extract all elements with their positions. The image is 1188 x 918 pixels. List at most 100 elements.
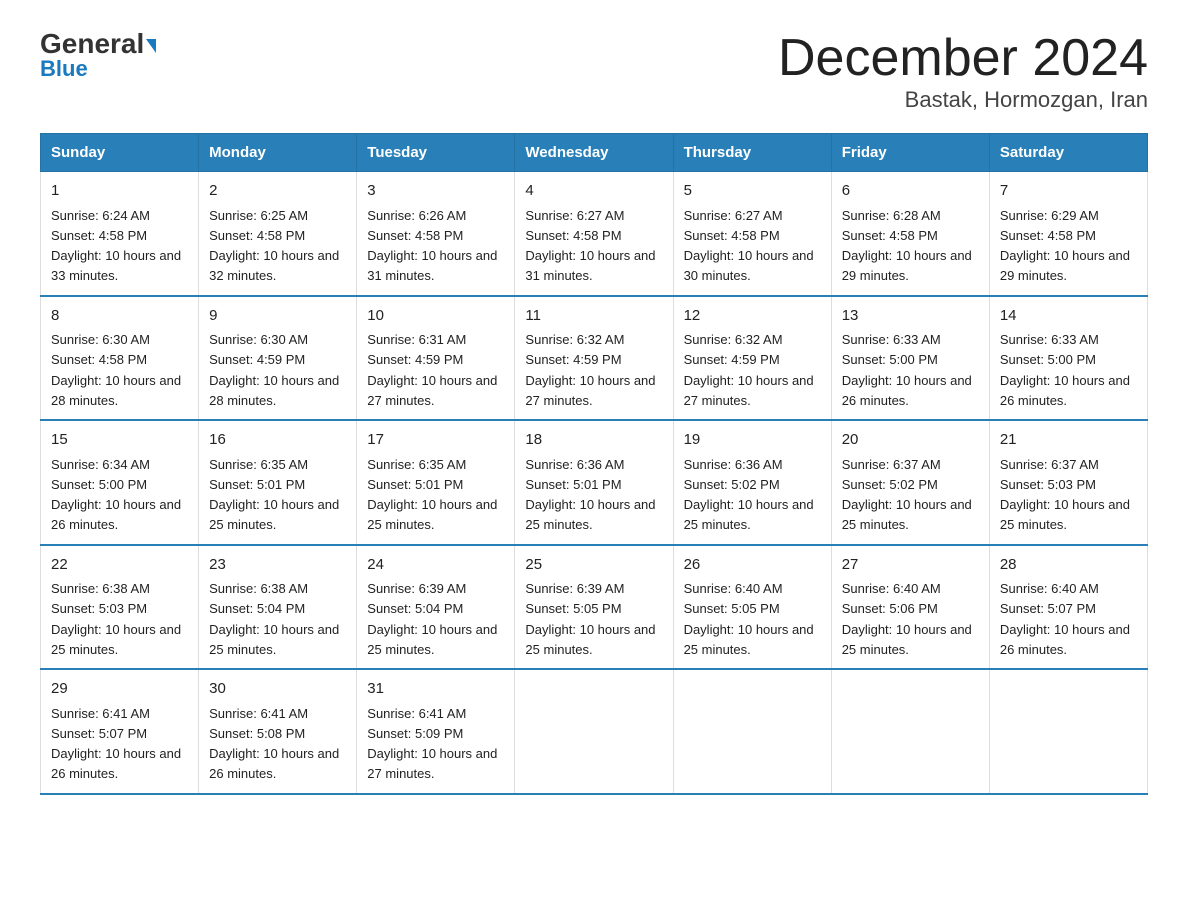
day-info: Sunrise: 6:26 AMSunset: 4:58 PMDaylight:… bbox=[367, 208, 497, 284]
calendar-cell: 21 Sunrise: 6:37 AMSunset: 5:03 PMDayligh… bbox=[989, 420, 1147, 545]
day-number: 31 bbox=[367, 678, 504, 701]
day-info: Sunrise: 6:32 AMSunset: 4:59 PMDaylight:… bbox=[684, 332, 814, 408]
calendar-cell: 17Sunrise: 6:35 AMSunset: 5:01 PMDayligh… bbox=[357, 420, 515, 545]
week-row-4: 22Sunrise: 6:38 AMSunset: 5:03 PMDayligh… bbox=[41, 545, 1148, 670]
calendar-header: Sunday Monday Tuesday Wednesday Thursday… bbox=[41, 134, 1148, 172]
day-number: 16 bbox=[209, 429, 346, 452]
day-info: Sunrise: 6:27 AMSunset: 4:58 PMDaylight:… bbox=[525, 208, 655, 284]
day-number: 9 bbox=[209, 305, 346, 328]
day-info: Sunrise: 6:39 AMSunset: 5:05 PMDaylight:… bbox=[525, 581, 655, 657]
calendar-cell: 23 Sunrise: 6:38 AMSunset: 5:04 PMDayligh… bbox=[199, 545, 357, 670]
col-friday: Friday bbox=[831, 134, 989, 172]
day-info: Sunrise: 6:28 AMSunset: 4:58 PMDaylight:… bbox=[842, 208, 972, 284]
calendar-cell: 11 Sunrise: 6:32 AMSunset: 4:59 PMDayligh… bbox=[515, 296, 673, 421]
calendar-subtitle: Bastak, Hormozgan, Iran bbox=[778, 87, 1148, 113]
day-info: Sunrise: 6:25 AMSunset: 4:58 PMDaylight:… bbox=[209, 208, 339, 284]
calendar-title: December 2024 bbox=[778, 30, 1148, 87]
day-number: 1 bbox=[51, 180, 188, 203]
calendar-cell bbox=[673, 669, 831, 794]
day-number: 27 bbox=[842, 554, 979, 577]
calendar-cell: 29Sunrise: 6:41 AMSunset: 5:07 PMDayligh… bbox=[41, 669, 199, 794]
day-info: Sunrise: 6:30 AMSunset: 4:58 PMDaylight:… bbox=[51, 332, 181, 408]
day-number: 10 bbox=[367, 305, 504, 328]
calendar-cell: 30 Sunrise: 6:41 AMSunset: 5:08 PMDayligh… bbox=[199, 669, 357, 794]
calendar-cell: 14 Sunrise: 6:33 AMSunset: 5:00 PMDayligh… bbox=[989, 296, 1147, 421]
calendar-cell: 22Sunrise: 6:38 AMSunset: 5:03 PMDayligh… bbox=[41, 545, 199, 670]
page-header: General Blue December 2024 Bastak, Hormo… bbox=[40, 30, 1148, 113]
logo-general: General bbox=[40, 30, 156, 58]
day-info: Sunrise: 6:41 AMSunset: 5:09 PMDaylight:… bbox=[367, 706, 497, 782]
title-block: December 2024 Bastak, Hormozgan, Iran bbox=[778, 30, 1148, 113]
calendar-cell: 1 Sunrise: 6:24 AMSunset: 4:58 PMDaylight… bbox=[41, 172, 199, 296]
calendar-cell: 6 Sunrise: 6:28 AMSunset: 4:58 PMDaylight… bbox=[831, 172, 989, 296]
day-number: 17 bbox=[367, 429, 504, 452]
day-number: 5 bbox=[684, 180, 821, 203]
day-info: Sunrise: 6:37 AMSunset: 5:03 PMDaylight:… bbox=[1000, 457, 1130, 533]
calendar-cell: 12 Sunrise: 6:32 AMSunset: 4:59 PMDayligh… bbox=[673, 296, 831, 421]
day-info: Sunrise: 6:36 AMSunset: 5:02 PMDaylight:… bbox=[684, 457, 814, 533]
day-number: 15 bbox=[51, 429, 188, 452]
day-info: Sunrise: 6:30 AMSunset: 4:59 PMDaylight:… bbox=[209, 332, 339, 408]
calendar-cell: 27 Sunrise: 6:40 AMSunset: 5:06 PMDayligh… bbox=[831, 545, 989, 670]
day-number: 29 bbox=[51, 678, 188, 701]
calendar-cell: 5 Sunrise: 6:27 AMSunset: 4:58 PMDaylight… bbox=[673, 172, 831, 296]
logo-blue: Blue bbox=[40, 56, 88, 82]
day-number: 12 bbox=[684, 305, 821, 328]
day-number: 7 bbox=[1000, 180, 1137, 203]
day-info: Sunrise: 6:41 AMSunset: 5:08 PMDaylight:… bbox=[209, 706, 339, 782]
day-info: Sunrise: 6:40 AMSunset: 5:07 PMDaylight:… bbox=[1000, 581, 1130, 657]
calendar-cell: 20Sunrise: 6:37 AMSunset: 5:02 PMDayligh… bbox=[831, 420, 989, 545]
day-info: Sunrise: 6:36 AMSunset: 5:01 PMDaylight:… bbox=[525, 457, 655, 533]
day-info: Sunrise: 6:40 AMSunset: 5:06 PMDaylight:… bbox=[842, 581, 972, 657]
calendar-cell: 2Sunrise: 6:25 AMSunset: 4:58 PMDaylight… bbox=[199, 172, 357, 296]
calendar-cell: 24Sunrise: 6:39 AMSunset: 5:04 PMDayligh… bbox=[357, 545, 515, 670]
calendar-cell bbox=[831, 669, 989, 794]
day-info: Sunrise: 6:35 AMSunset: 5:01 PMDaylight:… bbox=[209, 457, 339, 533]
day-info: Sunrise: 6:38 AMSunset: 5:03 PMDaylight:… bbox=[51, 581, 181, 657]
day-info: Sunrise: 6:27 AMSunset: 4:58 PMDaylight:… bbox=[684, 208, 814, 284]
week-row-5: 29Sunrise: 6:41 AMSunset: 5:07 PMDayligh… bbox=[41, 669, 1148, 794]
day-number: 30 bbox=[209, 678, 346, 701]
day-number: 21 bbox=[1000, 429, 1137, 452]
day-info: Sunrise: 6:38 AMSunset: 5:04 PMDaylight:… bbox=[209, 581, 339, 657]
header-row: Sunday Monday Tuesday Wednesday Thursday… bbox=[41, 134, 1148, 172]
calendar-cell: 15 Sunrise: 6:34 AMSunset: 5:00 PMDayligh… bbox=[41, 420, 199, 545]
day-number: 11 bbox=[525, 305, 662, 328]
day-number: 14 bbox=[1000, 305, 1137, 328]
day-number: 19 bbox=[684, 429, 821, 452]
day-info: Sunrise: 6:40 AMSunset: 5:05 PMDaylight:… bbox=[684, 581, 814, 657]
day-number: 26 bbox=[684, 554, 821, 577]
day-number: 23 bbox=[209, 554, 346, 577]
col-monday: Monday bbox=[199, 134, 357, 172]
day-number: 24 bbox=[367, 554, 504, 577]
week-row-3: 15 Sunrise: 6:34 AMSunset: 5:00 PMDayligh… bbox=[41, 420, 1148, 545]
day-info: Sunrise: 6:24 AMSunset: 4:58 PMDaylight:… bbox=[51, 208, 181, 284]
calendar-cell: 19 Sunrise: 6:36 AMSunset: 5:02 PMDayligh… bbox=[673, 420, 831, 545]
day-info: Sunrise: 6:29 AMSunset: 4:58 PMDaylight:… bbox=[1000, 208, 1130, 284]
day-info: Sunrise: 6:32 AMSunset: 4:59 PMDaylight:… bbox=[525, 332, 655, 408]
day-info: Sunrise: 6:33 AMSunset: 5:00 PMDaylight:… bbox=[842, 332, 972, 408]
calendar-cell: 4Sunrise: 6:27 AMSunset: 4:58 PMDaylight… bbox=[515, 172, 673, 296]
col-wednesday: Wednesday bbox=[515, 134, 673, 172]
calendar-table: Sunday Monday Tuesday Wednesday Thursday… bbox=[40, 133, 1148, 795]
col-thursday: Thursday bbox=[673, 134, 831, 172]
calendar-cell: 10 Sunrise: 6:31 AMSunset: 4:59 PMDayligh… bbox=[357, 296, 515, 421]
day-number: 13 bbox=[842, 305, 979, 328]
calendar-cell: 31 Sunrise: 6:41 AMSunset: 5:09 PMDayligh… bbox=[357, 669, 515, 794]
week-row-1: 1 Sunrise: 6:24 AMSunset: 4:58 PMDaylight… bbox=[41, 172, 1148, 296]
calendar-cell: 7 Sunrise: 6:29 AMSunset: 4:58 PMDaylight… bbox=[989, 172, 1147, 296]
calendar-cell: 9 Sunrise: 6:30 AMSunset: 4:59 PMDaylight… bbox=[199, 296, 357, 421]
day-number: 3 bbox=[367, 180, 504, 203]
day-info: Sunrise: 6:34 AMSunset: 5:00 PMDaylight:… bbox=[51, 457, 181, 533]
col-saturday: Saturday bbox=[989, 134, 1147, 172]
calendar-cell: 8 Sunrise: 6:30 AMSunset: 4:58 PMDaylight… bbox=[41, 296, 199, 421]
day-number: 6 bbox=[842, 180, 979, 203]
day-number: 8 bbox=[51, 305, 188, 328]
logo: General Blue bbox=[40, 30, 156, 82]
calendar-body: 1 Sunrise: 6:24 AMSunset: 4:58 PMDaylight… bbox=[41, 172, 1148, 794]
day-info: Sunrise: 6:37 AMSunset: 5:02 PMDaylight:… bbox=[842, 457, 972, 533]
day-info: Sunrise: 6:33 AMSunset: 5:00 PMDaylight:… bbox=[1000, 332, 1130, 408]
day-info: Sunrise: 6:31 AMSunset: 4:59 PMDaylight:… bbox=[367, 332, 497, 408]
day-number: 28 bbox=[1000, 554, 1137, 577]
calendar-cell: 26 Sunrise: 6:40 AMSunset: 5:05 PMDayligh… bbox=[673, 545, 831, 670]
